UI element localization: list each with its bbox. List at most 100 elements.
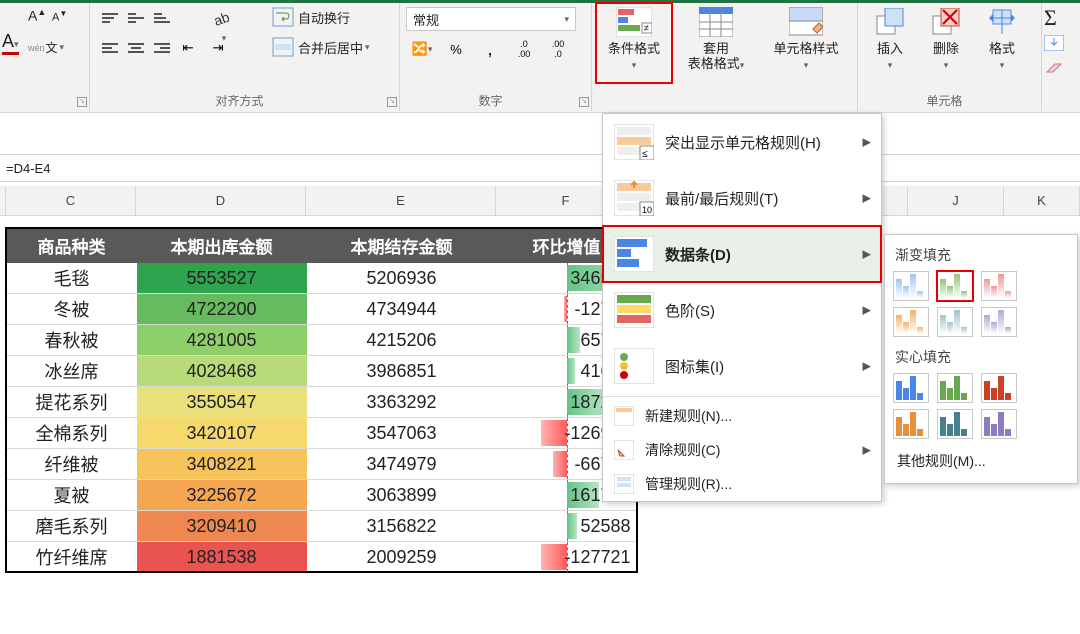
table-row[interactable]: 冬被47222004734944-12744 xyxy=(7,294,637,325)
insert-cells-button[interactable]: 插入▾ xyxy=(862,3,918,83)
cell-balance[interactable]: 3474979 xyxy=(307,449,497,480)
cell-outbound[interactable]: 3420107 xyxy=(137,418,307,449)
cell-balance[interactable]: 5206936 xyxy=(307,263,497,294)
databar-gradient-blue[interactable] xyxy=(893,271,929,301)
cell-outbound[interactable]: 3550547 xyxy=(137,387,307,418)
col-header-D[interactable]: D xyxy=(136,186,306,216)
cell-outbound[interactable]: 4281005 xyxy=(137,325,307,356)
cf-data-bars[interactable]: 数据条(D) ▶ xyxy=(603,226,881,282)
cf-new-rule[interactable]: 新建规则(N)... xyxy=(603,399,881,433)
cell-outbound[interactable]: 1881538 xyxy=(137,542,307,573)
cell-product[interactable]: 提花系列 xyxy=(7,387,137,418)
comma-format-button[interactable]: , xyxy=(474,37,506,61)
delete-cells-button[interactable]: 删除▾ xyxy=(918,3,974,83)
cf-highlight-rules[interactable]: ≤ 突出显示单元格规则(H) ▶ xyxy=(603,114,881,170)
cell-outbound[interactable]: 4722200 xyxy=(137,294,307,325)
databar-solid-red[interactable] xyxy=(981,373,1017,403)
databar-gradient-green[interactable] xyxy=(937,271,973,301)
cell-balance[interactable]: 4215206 xyxy=(307,325,497,356)
align-top-button[interactable] xyxy=(96,7,120,29)
clear-fragment[interactable] xyxy=(1044,59,1064,75)
databar-more-rules[interactable]: 其他规则(M)... xyxy=(893,445,1069,473)
decrease-font-button[interactable]: A▼ xyxy=(52,9,67,24)
decrease-decimal-button[interactable]: .00.0 xyxy=(542,37,574,61)
table-row[interactable]: 全棉系列34201073547063-126956 xyxy=(7,418,637,449)
increase-decimal-button[interactable]: .0.00 xyxy=(508,37,540,61)
databar-solid-lightblue[interactable] xyxy=(937,409,973,439)
databar-gradient-red[interactable] xyxy=(981,271,1017,301)
align-bottom-button[interactable] xyxy=(148,7,172,29)
cell-outbound[interactable]: 3408221 xyxy=(137,449,307,480)
databar-solid-orange[interactable] xyxy=(893,409,929,439)
cell-product[interactable]: 磨毛系列 xyxy=(7,511,137,542)
cell-outbound[interactable]: 5553527 xyxy=(137,263,307,294)
cell-balance[interactable]: 3363292 xyxy=(307,387,497,418)
cell-product[interactable]: 夏被 xyxy=(7,480,137,511)
col-header-K[interactable]: K xyxy=(1004,186,1080,216)
align-center-button[interactable] xyxy=(122,37,146,59)
cell-balance[interactable]: 3986851 xyxy=(307,356,497,387)
conditional-formatting-button[interactable]: ≠ 条件格式▾ xyxy=(596,3,672,83)
percent-format-button[interactable]: % xyxy=(440,37,472,61)
orientation-button[interactable]: ab▾ xyxy=(212,7,236,44)
table-row[interactable]: 冰丝席4028468398685141617 xyxy=(7,356,637,387)
cf-manage-rules[interactable]: 管理规则(R)... xyxy=(603,467,881,501)
table-row[interactable]: 磨毛系列3209410315682252588 xyxy=(7,511,637,542)
col-header-E[interactable]: E xyxy=(306,186,496,216)
cell-diff[interactable]: 52588 xyxy=(497,511,637,542)
databar-solid-green[interactable] xyxy=(937,373,973,403)
cell-product[interactable]: 毛毯 xyxy=(7,263,137,294)
font-color-button[interactable]: A▾ xyxy=(2,33,19,55)
cf-clear-rules[interactable]: 清除规则(C) ▶ xyxy=(603,433,881,467)
decrease-indent-button[interactable]: ⇤ xyxy=(174,37,202,59)
cf-top-bottom-rules[interactable]: 10 最前/最后规则(T) ▶ xyxy=(603,170,881,226)
increase-font-button[interactable]: A▲ xyxy=(28,7,46,24)
align-middle-button[interactable] xyxy=(122,7,146,29)
databar-gradient-lightblue[interactable] xyxy=(937,307,973,337)
cell-diff[interactable]: -127721 xyxy=(497,542,637,573)
databar-gradient-purple[interactable] xyxy=(981,307,1017,337)
cell-product[interactable]: 竹纤维席 xyxy=(7,542,137,573)
cell-product[interactable]: 冰丝席 xyxy=(7,356,137,387)
cell-product[interactable]: 冬被 xyxy=(7,294,137,325)
cell-balance[interactable]: 3156822 xyxy=(307,511,497,542)
cell-outbound[interactable]: 3225672 xyxy=(137,480,307,511)
format-as-table-button[interactable]: 套用表格格式▾ xyxy=(672,3,760,83)
accounting-format-button[interactable]: 🔀▾ xyxy=(406,37,438,61)
databar-gradient-orange[interactable] xyxy=(893,307,929,337)
phonetic-guide-button[interactable]: wén文▾ xyxy=(28,39,64,56)
cell-balance[interactable]: 3063899 xyxy=(307,480,497,511)
align-right-button[interactable] xyxy=(148,37,172,59)
table-row[interactable]: 竹纤维席18815382009259-127721 xyxy=(7,542,637,573)
cell-product[interactable]: 春秋被 xyxy=(7,325,137,356)
table-row[interactable]: 夏被32256723063899161773 xyxy=(7,480,637,511)
col-header-C[interactable]: C xyxy=(6,186,136,216)
cell-product[interactable]: 纤维被 xyxy=(7,449,137,480)
cell-product[interactable]: 全棉系列 xyxy=(7,418,137,449)
fill-fragment[interactable] xyxy=(1044,35,1064,51)
merge-center-button[interactable]: 合并后居中 ▾ xyxy=(272,37,370,57)
cell-balance[interactable]: 4734944 xyxy=(307,294,497,325)
table-row[interactable]: 纤维被34082213474979-66758 xyxy=(7,449,637,480)
wrap-text-button[interactable]: 自动换行 xyxy=(272,7,350,27)
formula-bar[interactable]: =D4-E4 xyxy=(0,154,1080,182)
table-row[interactable]: 毛毯55535275206936346591 xyxy=(7,263,637,294)
databar-solid-blue[interactable] xyxy=(893,373,929,403)
number-dialog-launcher[interactable]: ↘ xyxy=(579,97,589,107)
col-header-J[interactable]: J xyxy=(908,186,1004,216)
cell-outbound[interactable]: 3209410 xyxy=(137,511,307,542)
cell-outbound[interactable]: 4028468 xyxy=(137,356,307,387)
cf-icon-sets[interactable]: 图标集(I) ▶ xyxy=(603,338,881,394)
alignment-dialog-launcher[interactable]: ↘ xyxy=(387,97,397,107)
autosum-fragment[interactable]: Σ xyxy=(1044,5,1057,31)
format-cells-button[interactable]: 格式▾ xyxy=(974,3,1030,83)
cell-balance[interactable]: 2009259 xyxy=(307,542,497,573)
databar-solid-purple[interactable] xyxy=(981,409,1017,439)
cell-balance[interactable]: 3547063 xyxy=(307,418,497,449)
table-row[interactable]: 春秋被4281005421520665799 xyxy=(7,325,637,356)
cf-color-scales[interactable]: 色阶(S) ▶ xyxy=(603,282,881,338)
table-row[interactable]: 提花系列35505473363292187255 xyxy=(7,387,637,418)
cell-styles-button[interactable]: 单元格样式▾ xyxy=(760,3,852,83)
number-format-select[interactable]: 常规 ▾ xyxy=(406,7,576,31)
font-dialog-launcher[interactable]: ↘ xyxy=(77,97,87,107)
